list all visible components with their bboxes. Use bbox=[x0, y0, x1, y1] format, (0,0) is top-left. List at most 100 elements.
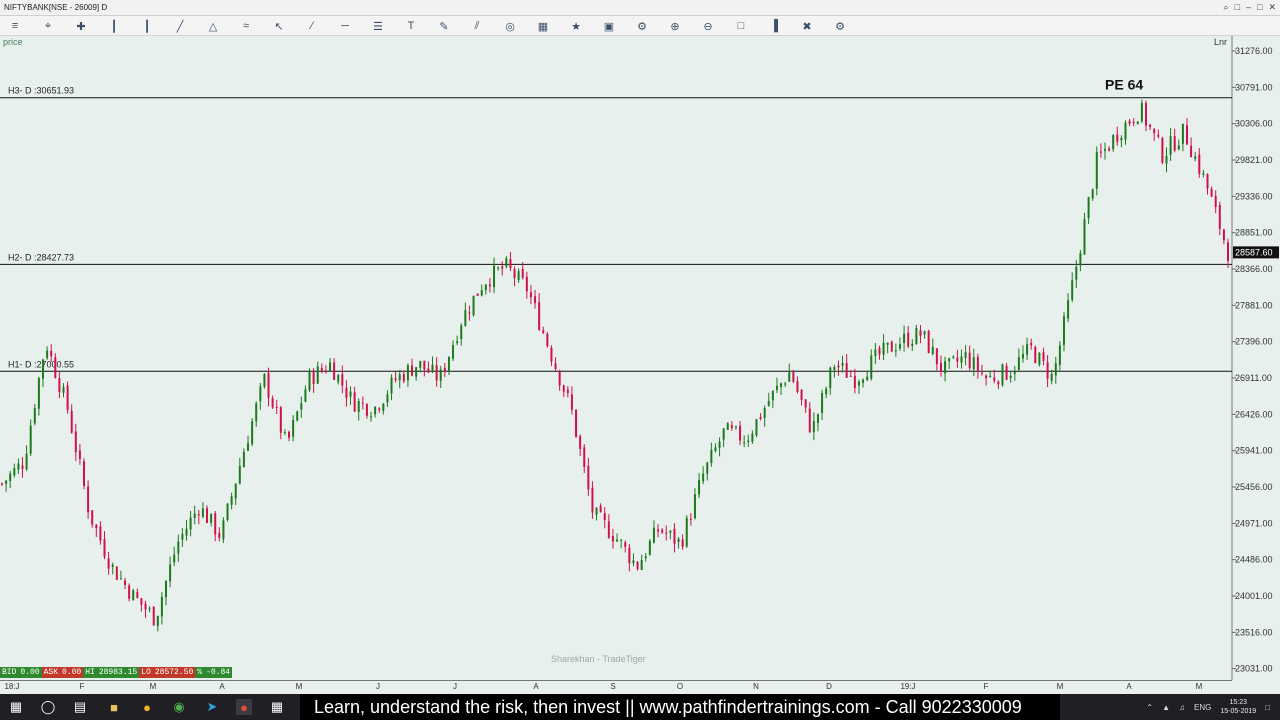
candle-body bbox=[808, 408, 811, 433]
candle-body bbox=[1112, 135, 1115, 150]
y-tick-label: 24971.00 bbox=[1235, 518, 1273, 528]
candle-body bbox=[628, 547, 631, 564]
network-icon[interactable]: ▲ bbox=[1162, 703, 1170, 712]
candle-body bbox=[968, 352, 971, 368]
text-icon[interactable]: T bbox=[404, 19, 418, 33]
indicator-icon[interactable]: ≈ bbox=[239, 19, 253, 33]
file-explorer-icon[interactable]: ■ bbox=[106, 699, 122, 715]
start-icon[interactable]: ▦ bbox=[8, 699, 24, 715]
x-tick-label: M bbox=[1196, 682, 1203, 691]
price-chart[interactable]: 31276.00 30791.00 30306.00 29821.00 29336.00… bbox=[0, 36, 1280, 680]
task-view-icon[interactable]: ▤ bbox=[72, 699, 88, 715]
bar-chart-icon[interactable]: ┃ bbox=[107, 19, 121, 33]
fit-icon[interactable]: □ bbox=[734, 19, 748, 33]
y-tick-label: 27881.00 bbox=[1235, 300, 1273, 310]
notifications-icon[interactable]: □ bbox=[1265, 703, 1270, 712]
high-value: 28983.15 bbox=[96, 667, 140, 678]
candle-body bbox=[152, 606, 155, 626]
candle-body bbox=[1058, 345, 1061, 366]
minimize-icon[interactable]: – bbox=[1246, 2, 1251, 13]
candle-body bbox=[1001, 364, 1004, 386]
alert-icon[interactable]: ◎ bbox=[503, 19, 517, 33]
clock[interactable]: 15:23 15-05-2019 bbox=[1220, 698, 1256, 716]
candle-body bbox=[58, 378, 61, 393]
quote-strip: BID 0.00 ASK 0.00 HI 28983.15 LO 28572.5… bbox=[0, 667, 233, 678]
zoom-in-icon[interactable]: ⊕ bbox=[668, 19, 682, 33]
candle-body bbox=[87, 486, 90, 513]
candle-body bbox=[718, 441, 721, 448]
candle-body bbox=[1091, 189, 1094, 199]
tray-arrow-icon[interactable]: ⌃ bbox=[1146, 703, 1153, 712]
layout-icon[interactable]: ▣ bbox=[602, 19, 616, 33]
change-label: % bbox=[195, 667, 205, 678]
candle-body bbox=[595, 507, 598, 515]
restore-icon[interactable]: □ bbox=[1235, 2, 1240, 13]
calculator-icon[interactable]: ▦ bbox=[269, 699, 285, 715]
zoom-icon[interactable]: ⌖ bbox=[41, 19, 55, 33]
level-label: H2- D :28427.73 bbox=[8, 252, 74, 262]
pointer-icon[interactable]: ↖ bbox=[272, 19, 286, 33]
ruler-icon[interactable]: ⫽ bbox=[470, 19, 484, 33]
system-tray: ⌃ ▲ ♫ ENG 15:23 15-05-2019 □ bbox=[1146, 694, 1280, 720]
fib-icon[interactable]: ☰ bbox=[371, 19, 385, 33]
candle-body bbox=[1046, 362, 1049, 379]
histogram-icon[interactable]: ▐ bbox=[767, 19, 781, 33]
candle-body bbox=[685, 517, 688, 547]
candle-body bbox=[960, 356, 963, 363]
candle-body bbox=[853, 375, 856, 388]
delete-icon[interactable]: ✖ bbox=[800, 19, 814, 33]
crosshair-icon[interactable]: ✚ bbox=[74, 19, 88, 33]
tradetiger-icon[interactable]: ● bbox=[236, 699, 252, 715]
candle-body bbox=[673, 528, 676, 544]
chart-type-icon[interactable]: ≡ bbox=[8, 19, 22, 33]
candle-body bbox=[1079, 253, 1082, 266]
candle-body bbox=[324, 370, 327, 372]
template-icon[interactable]: ▦ bbox=[536, 19, 550, 33]
volume-icon[interactable]: ♫ bbox=[1179, 703, 1185, 712]
chart-area[interactable]: 31276.00 30791.00 30306.00 29821.00 29336.00… bbox=[0, 36, 1280, 680]
candle-body bbox=[730, 425, 733, 429]
maximize-icon[interactable]: □ bbox=[1257, 2, 1262, 13]
candle-body bbox=[497, 267, 500, 269]
candle-body bbox=[669, 530, 672, 533]
candle-body bbox=[46, 350, 49, 358]
candle-body bbox=[415, 367, 418, 377]
candle-body bbox=[575, 409, 578, 437]
taskbar: ▦ ◯ ▤ ■ ● ◉ ➤ ● ▦ Learn, understand the … bbox=[0, 694, 1280, 720]
line-icon[interactable]: ╱ bbox=[173, 19, 187, 33]
candle-body bbox=[300, 403, 303, 410]
area-icon[interactable]: △ bbox=[206, 19, 220, 33]
gear-icon[interactable]: ⚙ bbox=[833, 19, 847, 33]
candle-body bbox=[439, 369, 442, 381]
search-taskbar-icon[interactable]: ◯ bbox=[40, 699, 56, 715]
candle-body bbox=[70, 410, 73, 433]
settings-icon[interactable]: ⚙ bbox=[635, 19, 649, 33]
scale-type-label[interactable]: Lnr bbox=[1214, 37, 1227, 47]
candle-body bbox=[882, 342, 885, 355]
candle-body bbox=[1149, 124, 1152, 127]
candle-body bbox=[829, 367, 832, 389]
chrome-icon[interactable]: ◉ bbox=[171, 699, 187, 715]
trendline-icon[interactable]: ∕ bbox=[305, 19, 319, 33]
current-price-label: 28587.60 bbox=[1235, 247, 1273, 257]
hline-icon[interactable]: ─ bbox=[338, 19, 352, 33]
close-icon[interactable]: ✕ bbox=[1268, 2, 1276, 13]
candle-body bbox=[800, 389, 803, 400]
candle-icon[interactable]: ┃ bbox=[140, 19, 154, 33]
candle-body bbox=[259, 386, 262, 402]
star-icon[interactable]: ★ bbox=[569, 19, 583, 33]
brush-icon[interactable]: ✎ bbox=[437, 19, 451, 33]
candle-body bbox=[939, 362, 942, 372]
candle-body bbox=[9, 473, 12, 482]
language-indicator[interactable]: ENG bbox=[1194, 703, 1211, 712]
search-icon[interactable]: ⌕ bbox=[1224, 2, 1229, 13]
candle-body bbox=[337, 374, 340, 382]
candle-body bbox=[771, 390, 774, 401]
telegram-icon[interactable]: ➤ bbox=[204, 699, 220, 715]
candle-body bbox=[566, 389, 569, 393]
candle-body bbox=[1, 483, 3, 485]
app-icon-yellow[interactable]: ● bbox=[139, 699, 155, 715]
candle-body bbox=[866, 376, 869, 381]
zoom-out-icon[interactable]: ⊖ bbox=[701, 19, 715, 33]
candle-body bbox=[1181, 123, 1184, 144]
